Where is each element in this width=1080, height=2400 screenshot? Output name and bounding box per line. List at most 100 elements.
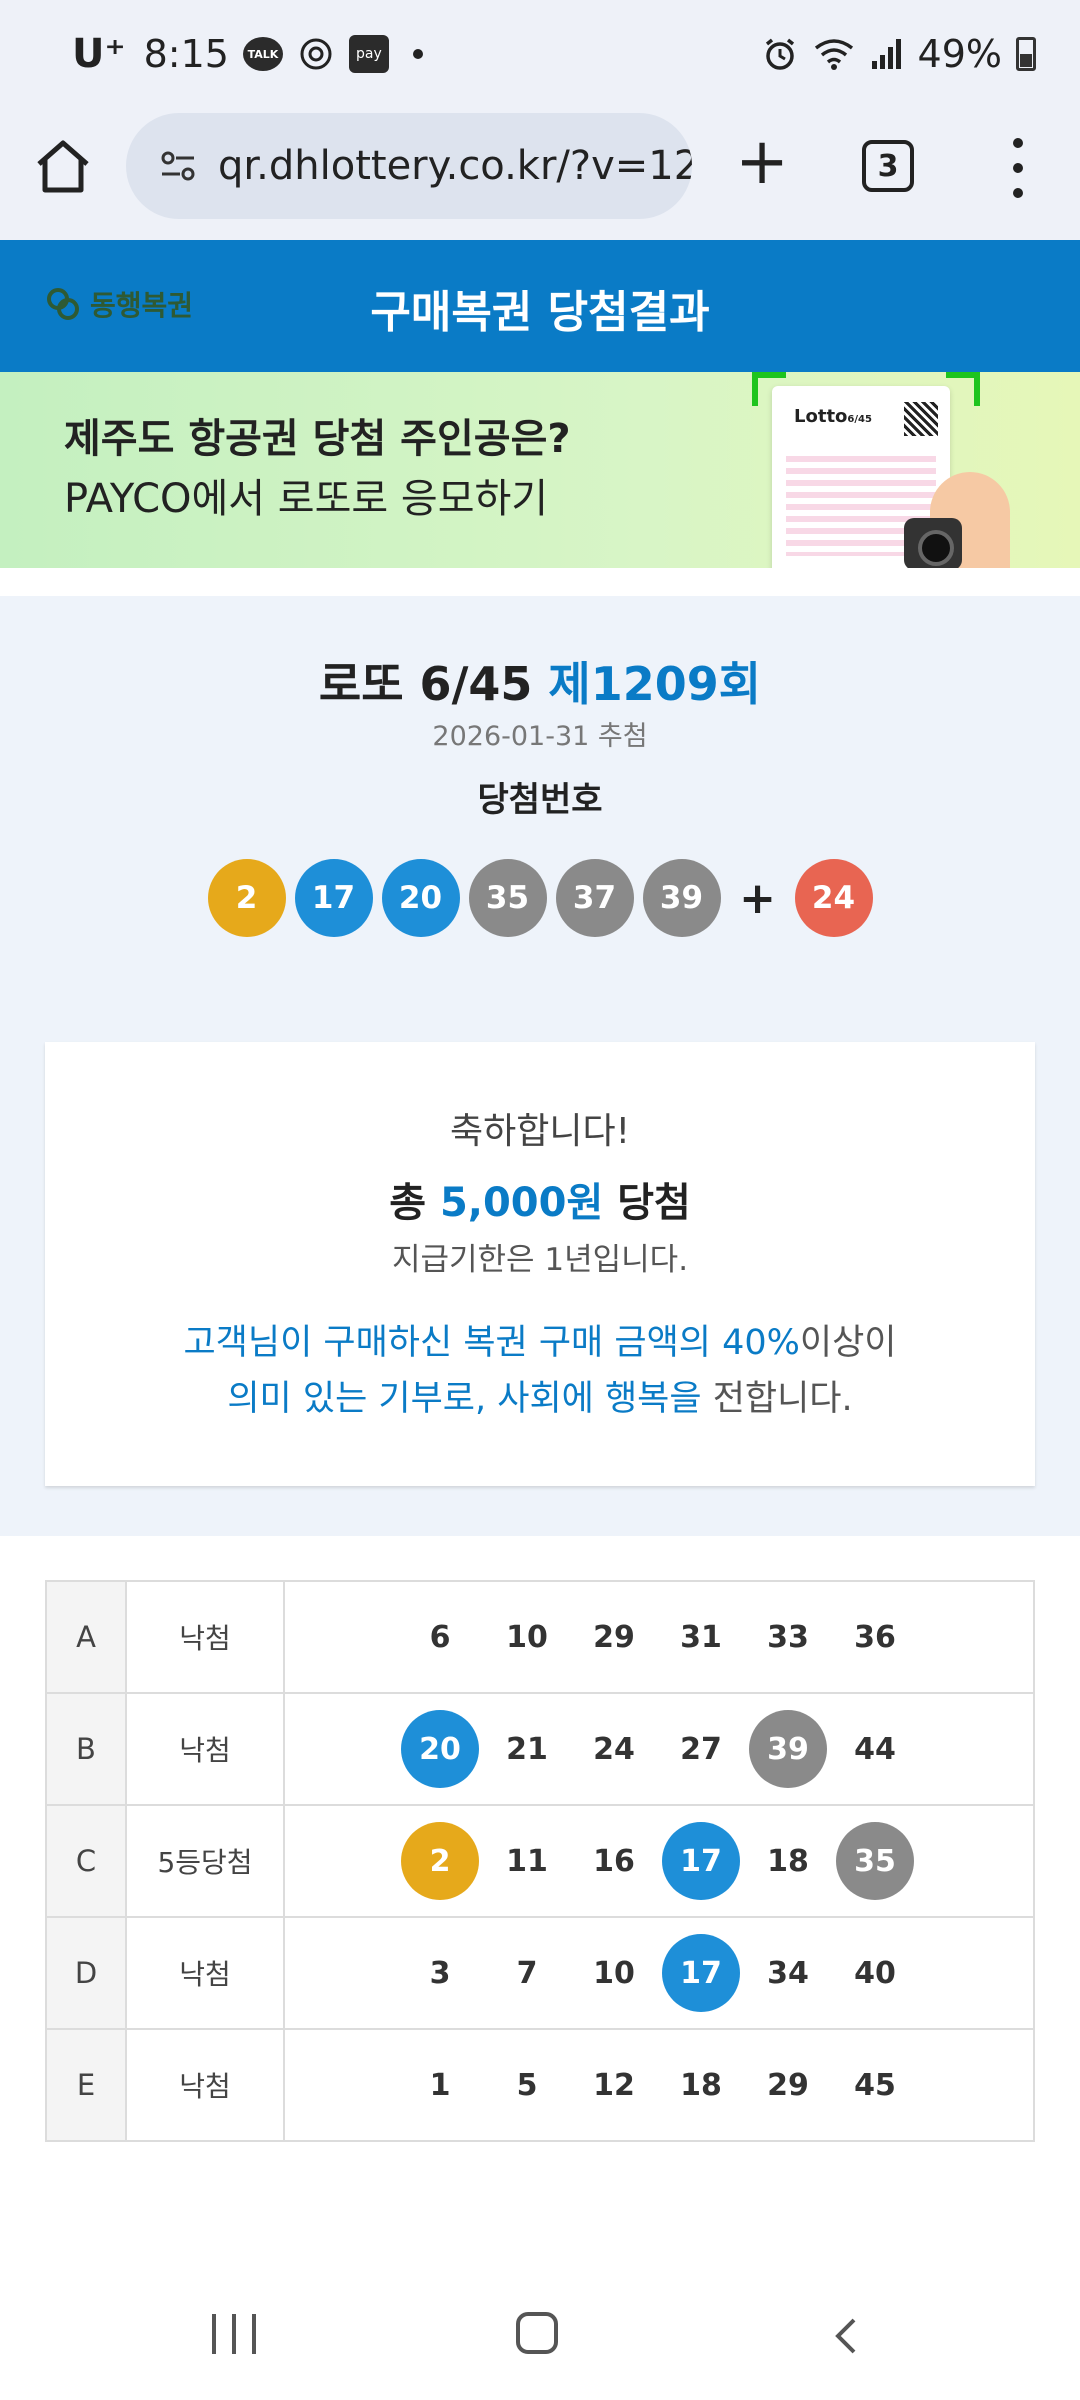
banner-headline: 제주도 항공권 당첨 주인공은? xyxy=(64,416,571,462)
prize-amount: 5,000원 xyxy=(439,1180,604,1226)
matched-number-ball: 17 xyxy=(662,1822,740,1900)
winning-ball: 20 xyxy=(381,859,460,937)
kakaotalk-notification-icon: TALK xyxy=(242,37,283,71)
game-row: A 낙첨 6 10 29 31 33 36 xyxy=(45,1580,1035,1694)
wifi-icon xyxy=(814,39,853,70)
promo-banner[interactable]: 제주도 항공권 당첨 주인공은? PAYCO에서 로또로 응모하기 Lotto6… xyxy=(0,372,1080,568)
battery-icon xyxy=(1016,37,1036,71)
winning-ball: 2 xyxy=(207,859,286,937)
camera-icon xyxy=(904,518,962,568)
clock: 8:15 xyxy=(143,32,229,76)
game-numbers: 1 5 12 18 29 45 xyxy=(283,2028,1035,2142)
game-numbers: 20 21 24 27 39 44 xyxy=(283,1692,1035,1806)
matched-number-ball: 2 xyxy=(401,1822,479,1900)
winning-numbers-label: 당첨번호 xyxy=(477,780,603,820)
game-letter: E xyxy=(45,2028,127,2142)
winning-ball: 39 xyxy=(642,859,721,937)
bonus-plus-sign: + xyxy=(739,872,776,924)
qr-code-icon xyxy=(904,402,938,436)
home-icon[interactable] xyxy=(30,134,96,200)
ticket-number: 18 xyxy=(680,2067,722,2103)
game-numbers: 3 7 10 17 34 40 xyxy=(283,1916,1035,2030)
site-settings-icon[interactable] xyxy=(156,144,200,188)
ticket-number: 24 xyxy=(593,1731,635,1767)
ticket-number: 18 xyxy=(767,1843,809,1879)
ticket-number: 6 xyxy=(429,1619,451,1655)
ticket-number: 34 xyxy=(767,1955,809,1991)
game-row: B 낙첨 20 21 24 27 39 44 xyxy=(45,1692,1035,1806)
matched-number-ball: 20 xyxy=(401,1710,479,1788)
chatgpt-notification-icon xyxy=(300,38,332,70)
ticket-number: 27 xyxy=(680,1731,722,1767)
draw-date: 2026-01-31 추첨 xyxy=(432,721,648,752)
game-numbers: 6 10 29 31 33 36 xyxy=(283,1580,1035,1694)
ticket-number: 1 xyxy=(429,2067,451,2103)
draw-round: 제1209회 xyxy=(548,657,762,711)
ticket-number: 36 xyxy=(854,1619,896,1655)
winning-numbers: 2 17 20 35 37 39 + 24 xyxy=(0,858,1080,938)
browser-toolbar: qr.dhlottery.co.kr/?v=120 + 3 xyxy=(0,108,1080,240)
more-notifications-dot xyxy=(412,49,423,59)
ticket-number: 31 xyxy=(680,1619,722,1655)
ticket-brand: Lotto6/45 xyxy=(794,406,872,427)
prize-card: 축하합니다! 총 5,000원 당첨 지급기한은 1년입니다. 고객님이 구매하… xyxy=(45,1042,1035,1486)
page-title: 구매복권 당첨결과 xyxy=(370,287,710,338)
game-result: 5등당첨 xyxy=(125,1804,285,1918)
ticket-number: 21 xyxy=(506,1731,548,1767)
ticket-number: 11 xyxy=(506,1843,548,1879)
url-text[interactable]: qr.dhlottery.co.kr/?v=120 xyxy=(218,143,692,189)
home-button[interactable] xyxy=(516,2312,558,2354)
battery-percent: 49% xyxy=(917,32,1002,76)
ticket-number: 33 xyxy=(767,1619,809,1655)
status-bar-left: U⁺ 8:15 TALK pay xyxy=(72,30,423,78)
winning-ball: 35 xyxy=(468,859,547,937)
game-letter: C xyxy=(45,1804,127,1918)
donation-message-line1: 고객님이 구매하신 복권 구매 금액의 40%이상이 xyxy=(183,1323,897,1363)
game-numbers: 2 11 16 17 18 35 xyxy=(283,1804,1035,1918)
alarm-icon xyxy=(765,38,794,70)
game-row: D 낙첨 3 7 10 17 34 40 xyxy=(45,1916,1035,2030)
ticket-number: 10 xyxy=(506,1619,548,1655)
signal-icon xyxy=(871,39,901,69)
ticket-number: 3 xyxy=(429,1955,451,1991)
ticket-number: 29 xyxy=(593,1619,635,1655)
status-bar-right: 49% xyxy=(762,30,1036,78)
game-row: E 낙첨 1 5 12 18 29 45 xyxy=(45,2028,1035,2142)
ticket-number: 5 xyxy=(516,2067,538,2103)
game-letter: B xyxy=(45,1692,127,1806)
game-name: 로또 6/45 xyxy=(318,657,533,711)
game-letter: D xyxy=(45,1916,127,2030)
winning-ball: 17 xyxy=(294,859,373,937)
bonus-ball: 24 xyxy=(794,859,873,937)
address-bar[interactable]: qr.dhlottery.co.kr/?v=120 xyxy=(126,113,692,219)
ticket-number: 10 xyxy=(593,1955,635,1991)
back-button[interactable] xyxy=(826,2316,866,2356)
new-tab-button[interactable]: + xyxy=(730,130,794,196)
ticket-number: 7 xyxy=(516,1955,538,1991)
winning-ball: 37 xyxy=(555,859,634,937)
recent-apps-button[interactable] xyxy=(212,2314,256,2358)
system-nav-bar xyxy=(0,2280,1080,2400)
ticket-number: 16 xyxy=(593,1843,635,1879)
ticket-games-table: A 낙첨 6 10 29 31 33 36 B 낙첨 20 21 24 27 39 44 C 5등당첨 2 11 16 1… xyxy=(45,1580,1035,2142)
matched-number-ball: 17 xyxy=(662,1934,740,2012)
matched-number-ball: 35 xyxy=(836,1822,914,1900)
game-result: 낙첨 xyxy=(125,1580,285,1694)
tab-switcher-button[interactable]: 3 xyxy=(862,140,914,192)
game-letter: A xyxy=(45,1580,127,1694)
ticket-number: 12 xyxy=(593,2067,635,2103)
site-header: 동행복권 구매복권 당첨결과 xyxy=(0,240,1080,372)
matched-number-ball: 39 xyxy=(749,1710,827,1788)
ticket-number: 45 xyxy=(854,2067,896,2103)
ticket-number: 29 xyxy=(767,2067,809,2103)
ticket-number: 40 xyxy=(854,1955,896,1991)
scan-frame-corner xyxy=(946,372,980,406)
congrats-message: 축하합니다! xyxy=(449,1111,631,1152)
status-bar: U⁺ 8:15 TALK pay 49% xyxy=(0,0,1080,108)
game-result: 낙첨 xyxy=(125,2028,285,2142)
banner-subline: PAYCO에서 로또로 응모하기 xyxy=(64,476,549,522)
draw-title: 로또 6/45 제1209회 xyxy=(0,648,1080,714)
more-vert-icon[interactable] xyxy=(1000,138,1036,198)
draw-result-section: 로또 6/45 제1209회 2026-01-31 추첨 당첨번호 2 17 2… xyxy=(0,596,1080,1536)
carrier-label: U⁺ xyxy=(72,31,126,77)
